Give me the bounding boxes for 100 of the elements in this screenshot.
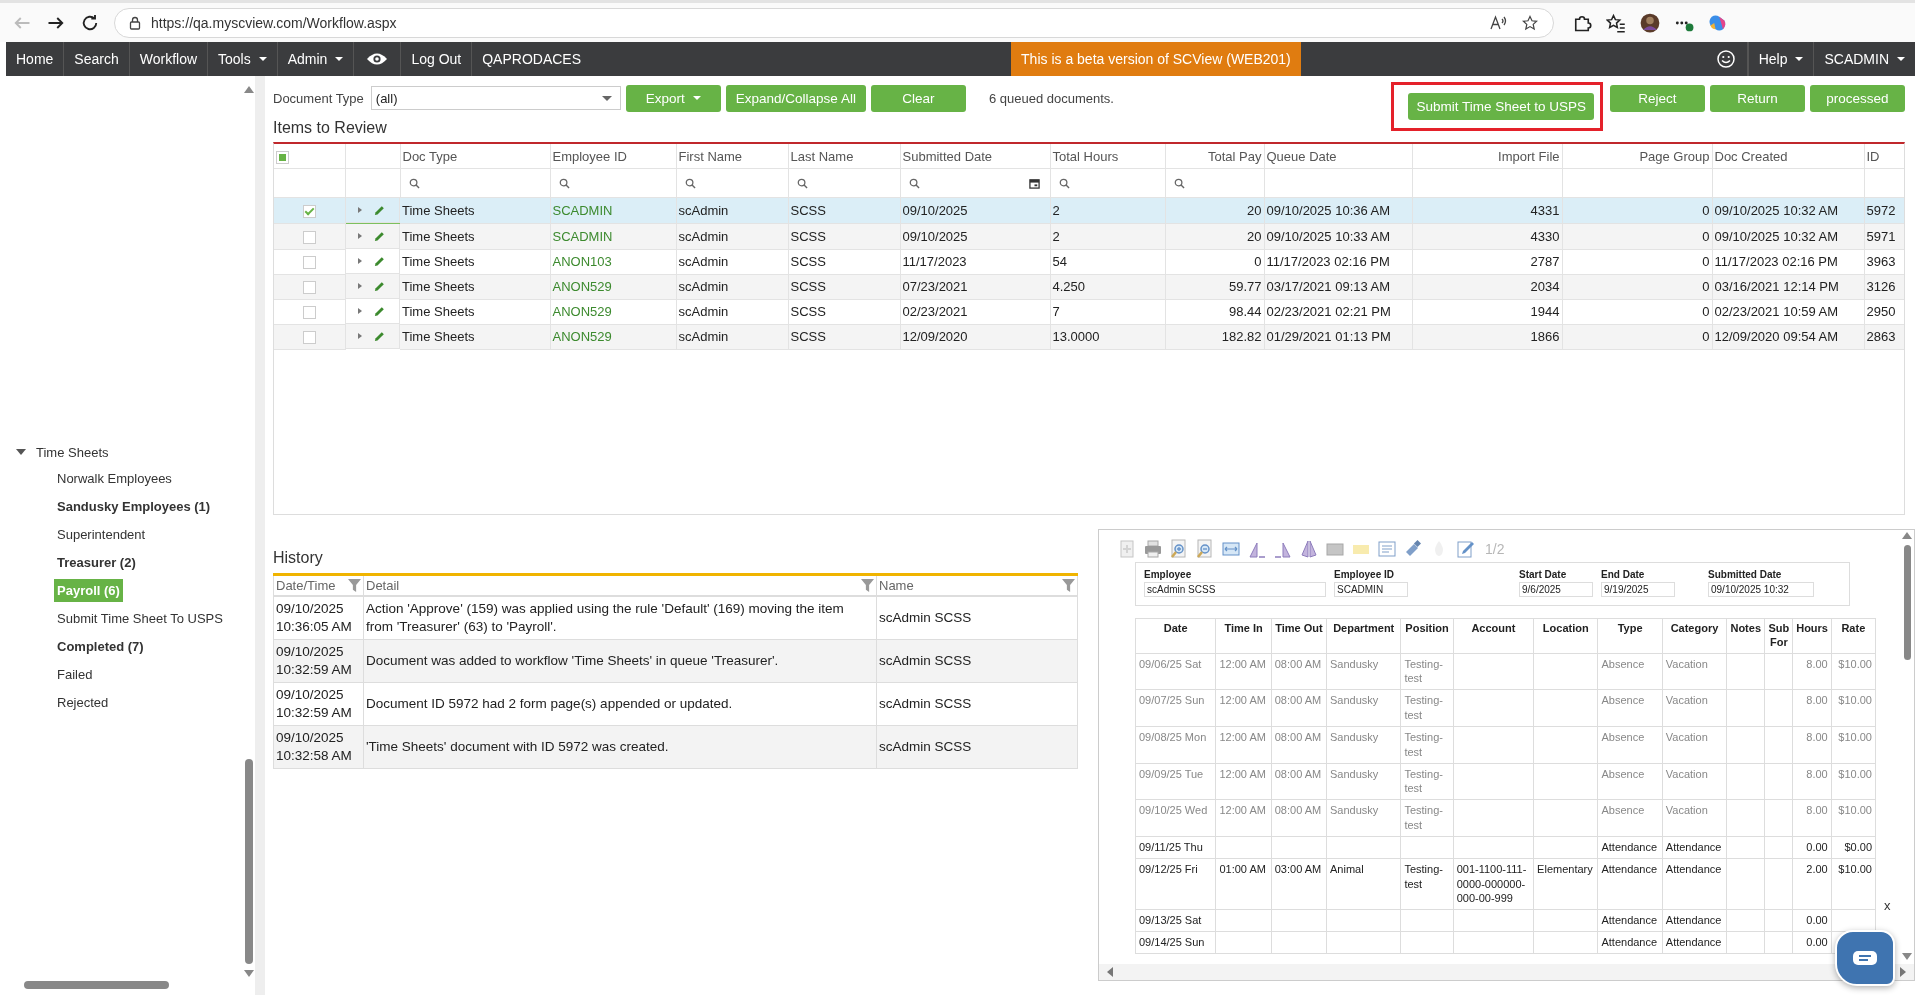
tree-item[interactable]: Sandusky Employees (1) bbox=[54, 494, 214, 518]
column-header[interactable]: Queue Date bbox=[1266, 148, 1337, 164]
column-header: Time In bbox=[1224, 622, 1263, 634]
column-header[interactable]: Page Group bbox=[1639, 148, 1710, 164]
search-icon[interactable] bbox=[1173, 177, 1185, 189]
row-checkbox[interactable] bbox=[302, 256, 316, 270]
column-header[interactable]: Doc Created bbox=[1714, 148, 1788, 164]
favorites-icon[interactable] bbox=[1606, 12, 1626, 33]
expand-arrow-icon[interactable] bbox=[357, 258, 362, 264]
input-field[interactable]: 09/10/2025 10:32 bbox=[1708, 582, 1814, 597]
expand-arrow-icon[interactable] bbox=[357, 283, 362, 289]
filter-icon[interactable] bbox=[861, 579, 874, 592]
close-button[interactable]: x bbox=[1884, 898, 1891, 913]
chat-button[interactable] bbox=[1835, 930, 1895, 986]
nav-link[interactable]: Admin bbox=[277, 42, 355, 76]
star-icon[interactable] bbox=[1521, 14, 1539, 31]
search-icon[interactable] bbox=[796, 177, 808, 189]
employee-link[interactable]: SCADMIN bbox=[552, 203, 613, 218]
zoom-in-icon[interactable] bbox=[1169, 539, 1189, 559]
column-header[interactable]: Employee ID bbox=[552, 148, 627, 164]
document-type-dropdown[interactable]: (all) bbox=[370, 86, 621, 110]
row-checkbox[interactable] bbox=[302, 331, 316, 345]
eye-icon[interactable] bbox=[366, 52, 389, 66]
search-icon[interactable] bbox=[1058, 177, 1070, 189]
input-field[interactable]: 9/6/2025 bbox=[1519, 582, 1593, 597]
tree-item[interactable]: Failed bbox=[54, 662, 96, 686]
filter-icon[interactable] bbox=[348, 579, 361, 592]
table-cell: 0.00 bbox=[1806, 914, 1828, 927]
profile-icon[interactable] bbox=[1640, 12, 1660, 33]
table-cell: 3963 bbox=[1866, 254, 1896, 269]
nav-link[interactable]: Help bbox=[1747, 42, 1814, 76]
row-checkbox[interactable] bbox=[302, 230, 316, 244]
expand-arrow-icon[interactable] bbox=[357, 333, 362, 339]
filter-icon[interactable] bbox=[1062, 579, 1075, 592]
calendar-icon[interactable] bbox=[1028, 177, 1040, 189]
nav-link[interactable]: SCADMIN bbox=[1813, 42, 1915, 76]
search-icon[interactable] bbox=[408, 177, 420, 189]
tree-item[interactable]: Treasurer (2) bbox=[54, 550, 139, 574]
pencil-icon[interactable] bbox=[373, 230, 385, 242]
expand-arrow-icon[interactable] bbox=[357, 233, 362, 239]
column-header[interactable]: First Name bbox=[678, 148, 743, 164]
input-field[interactable]: 9/19/2025 bbox=[1601, 582, 1675, 597]
column-header[interactable]: Last Name bbox=[790, 148, 854, 164]
search-icon[interactable] bbox=[908, 177, 920, 189]
expand-arrow-icon[interactable] bbox=[357, 308, 362, 314]
nav-link[interactable]: Home bbox=[6, 42, 65, 76]
row-checkbox[interactable] bbox=[302, 205, 316, 219]
expand-arrow-icon[interactable] bbox=[357, 207, 362, 213]
employee-link[interactable]: ANON529 bbox=[552, 304, 612, 319]
pencil-icon[interactable] bbox=[373, 255, 385, 267]
nav-link[interactable]: Workflow bbox=[129, 42, 209, 76]
reload-icon[interactable] bbox=[80, 12, 100, 33]
search-icon[interactable] bbox=[558, 177, 570, 189]
table-row[interactable]: Time Sheets SCADMIN scAdmin SCSS 09/10/2025 2 20 09/10/2025 10:33 AM 4330 0 09/10/2025 10:32 AM 5971 bbox=[274, 223, 1904, 249]
search-icon[interactable] bbox=[684, 177, 696, 189]
employee-link[interactable]: ANON529 bbox=[552, 279, 612, 294]
flip-icon[interactable] bbox=[1299, 539, 1319, 559]
nav-link[interactable]: Search bbox=[64, 42, 130, 76]
employee-link[interactable]: ANON529 bbox=[552, 329, 612, 344]
tree-item[interactable]: Completed (7) bbox=[54, 634, 147, 658]
pencil-icon[interactable] bbox=[373, 280, 385, 292]
column-header[interactable]: Import File bbox=[1498, 148, 1560, 164]
input-field[interactable]: scAdmin SCSS bbox=[1144, 582, 1326, 597]
table-row[interactable]: Time Sheets ANON103 scAdmin SCSS 11/17/2023 54 0 11/17/2023 02:16 PM 2787 0 11/17/2023 02:16 PM 3963 bbox=[274, 249, 1904, 274]
table-row[interactable]: Time Sheets ANON529 scAdmin SCSS 02/23/2021 7 98.44 02/23/2021 02:21 PM 1944 0 02/23/2021 10:59 AM 2950 bbox=[274, 299, 1904, 324]
nav-link[interactable]: Log Out bbox=[401, 42, 473, 76]
input-field[interactable]: SCADMIN bbox=[1334, 582, 1408, 597]
select-all-checkbox[interactable] bbox=[276, 150, 289, 164]
column-header[interactable]: Doc Type bbox=[402, 148, 458, 164]
table-cell: 8.00 bbox=[1806, 804, 1828, 817]
row-checkbox[interactable] bbox=[302, 306, 316, 320]
tree-item[interactable]: Time Sheets bbox=[36, 444, 109, 460]
table-row[interactable]: Time Sheets ANON529 scAdmin SCSS 12/09/2020 13.0000 182.82 01/29/2021 01:13 PM 1866 0 12/09/2020 09:54 AM 2863 bbox=[274, 324, 1904, 349]
table-row[interactable]: Time Sheets ANON529 scAdmin SCSS 07/23/2021 4.250 59.77 03/17/2021 09:13 AM 2034 0 03/16/2021 12:14 PM 3126 bbox=[274, 274, 1904, 299]
column-header[interactable]: Submitted Date bbox=[902, 148, 993, 164]
column-header: Detail bbox=[366, 578, 400, 593]
expand-arrow-icon[interactable] bbox=[16, 449, 26, 455]
tree-item[interactable]: Submit Time Sheet To USPS bbox=[54, 606, 226, 630]
row-checkbox[interactable] bbox=[302, 281, 316, 295]
pencil-icon[interactable] bbox=[373, 330, 385, 342]
column-header[interactable]: Total Pay bbox=[1208, 148, 1262, 164]
zoom-out-icon[interactable] bbox=[1195, 539, 1215, 559]
employee-link[interactable]: ANON103 bbox=[552, 254, 612, 269]
tree-item[interactable]: Norwalk Employees bbox=[54, 466, 175, 490]
pencil-icon[interactable] bbox=[373, 305, 385, 317]
table-row[interactable]: Time Sheets SCADMIN scAdmin SCSS 09/10/2025 2 20 09/10/2025 10:36 AM 4331 0 09/10/2025 10:32 AM 5972 bbox=[274, 197, 1904, 224]
smiley-icon[interactable] bbox=[1716, 50, 1735, 68]
column-header[interactable]: ID bbox=[1866, 148, 1880, 164]
tree-item[interactable]: Rejected bbox=[54, 690, 112, 714]
address-bar[interactable]: https://qa.myscview.com/Workflow.aspx bbox=[114, 7, 1554, 38]
read-aloud-icon[interactable] bbox=[1489, 14, 1507, 31]
pencil-icon[interactable] bbox=[1455, 539, 1475, 559]
printer-icon[interactable] bbox=[1143, 539, 1163, 559]
column-header[interactable]: Total Hours bbox=[1052, 148, 1119, 164]
pencil-icon[interactable] bbox=[373, 204, 385, 216]
scrollbar[interactable] bbox=[1900, 530, 1914, 962]
tree-item[interactable]: Superintendent bbox=[54, 522, 149, 546]
fit-page-icon[interactable] bbox=[1221, 539, 1241, 559]
employee-link[interactable]: SCADMIN bbox=[552, 228, 613, 244]
scrollbar[interactable] bbox=[1099, 964, 1914, 980]
